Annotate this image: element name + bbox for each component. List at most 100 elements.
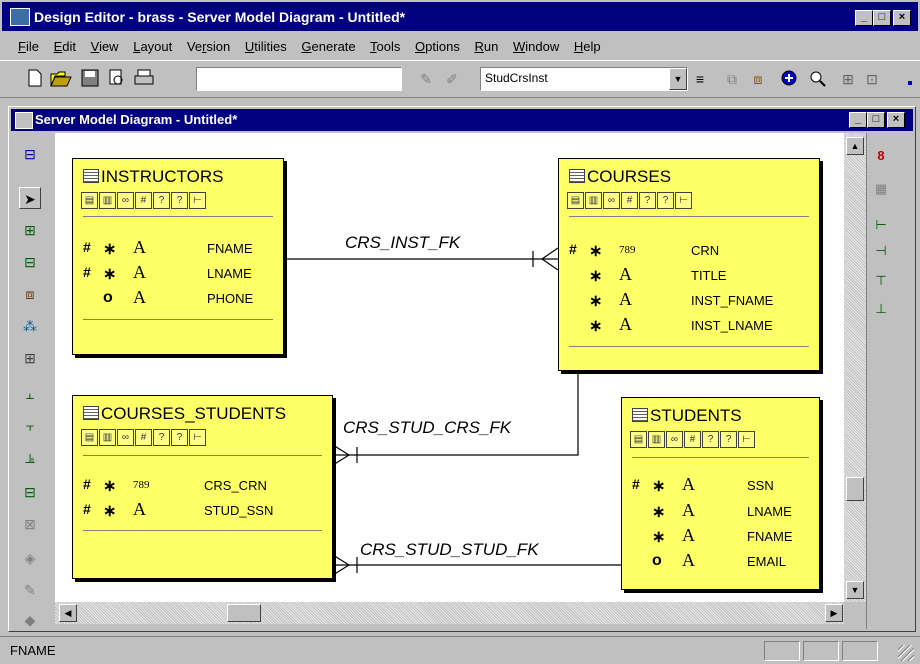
create-index-icon[interactable]: ⊟ bbox=[19, 481, 41, 503]
menu-generate[interactable]: Generate bbox=[301, 39, 355, 54]
new-file-icon[interactable] bbox=[25, 69, 45, 89]
menu-window[interactable]: Window bbox=[513, 39, 559, 54]
keys-icon[interactable]: ▥ bbox=[585, 192, 602, 209]
maximize-button[interactable]: □ bbox=[873, 10, 891, 26]
horizontal-scrollbar[interactable]: ◀ ▶ bbox=[55, 602, 844, 624]
check-q-icon[interactable]: ? bbox=[171, 429, 188, 446]
column-row[interactable]: # ∗ A STUD_SSN bbox=[73, 499, 332, 525]
column-row[interactable]: # ∗ A SSN bbox=[622, 474, 819, 500]
check-q-icon[interactable]: ? bbox=[720, 431, 737, 448]
scroll-up-button[interactable]: ▲ bbox=[846, 137, 864, 155]
glasses-icon[interactable]: ∞ bbox=[603, 192, 620, 209]
menu-utilities[interactable]: Utilities bbox=[245, 39, 287, 54]
entity-instructors[interactable]: INSTRUCTORS ▤ ▥ ∞ #?? ⊢ # ∗ A FNAME # ∗ A LN… bbox=[72, 158, 284, 355]
eraser-icon[interactable]: ✐ bbox=[442, 69, 462, 89]
create-table-icon[interactable]: ⊞ bbox=[19, 219, 41, 241]
open-folder-icon[interactable] bbox=[50, 69, 72, 89]
glasses-icon[interactable]: ∞ bbox=[666, 431, 683, 448]
check-q-icon[interactable]: ? bbox=[171, 192, 188, 209]
fk-arrow-icon[interactable]: ⊢ bbox=[675, 192, 692, 209]
magnify-icon[interactable]: ⊡ bbox=[862, 69, 882, 89]
create-sequence-icon[interactable]: ⊞ bbox=[19, 347, 41, 369]
dropdown-arrow-icon[interactable]: ▼ bbox=[669, 68, 687, 90]
key-q-icon[interactable]: ? bbox=[153, 429, 170, 446]
zoom-in-icon[interactable] bbox=[780, 69, 800, 89]
align-right-icon[interactable]: ⊣ bbox=[870, 240, 892, 262]
menu-edit[interactable]: Edit bbox=[54, 39, 76, 54]
hash-icon[interactable]: # bbox=[135, 192, 152, 209]
hash-icon[interactable]: # bbox=[684, 431, 701, 448]
menu-view[interactable]: View bbox=[91, 39, 119, 54]
object-select[interactable]: StudCrsInst ▼ bbox=[480, 67, 688, 91]
entity-courses[interactable]: COURSES ▤ ▥ ∞ #?? ⊢ # ∗ 789 CRN ∗ A TITLE ∗ … bbox=[558, 158, 820, 371]
menu-version[interactable]: Version bbox=[187, 39, 230, 54]
align-top-icon[interactable]: ⊤ bbox=[870, 270, 892, 292]
diagram-close-button[interactable]: × bbox=[887, 112, 905, 128]
horizontal-scroll-thumb[interactable] bbox=[227, 604, 261, 622]
crs-inst-fk-label[interactable]: CRS_INST_FK bbox=[345, 233, 460, 253]
diagram-canvas[interactable]: CRS_INST_FK CRS_STUD_CRS_FK CRS_STUD_STU… bbox=[55, 133, 844, 602]
menu-layout[interactable]: Layout bbox=[133, 39, 172, 54]
create-fk-key-icon[interactable]: ⫡ bbox=[19, 447, 41, 469]
db-link-icon[interactable]: ⧈ bbox=[748, 69, 768, 89]
print-preview-icon[interactable] bbox=[106, 69, 126, 89]
scroll-left-button[interactable]: ◀ bbox=[59, 604, 77, 622]
crs-stud-crs-fk-label[interactable]: CRS_STUD_CRS_FK bbox=[343, 418, 511, 438]
menu-options[interactable]: Options bbox=[415, 39, 460, 54]
align-bottom-icon[interactable]: ⊥ bbox=[870, 298, 892, 320]
columns-icon[interactable]: ▤ bbox=[567, 192, 584, 209]
create-view-icon[interactable]: ⊟ bbox=[19, 251, 41, 273]
menu-help[interactable]: Help bbox=[574, 39, 601, 54]
column-row[interactable]: ∗ A FNAME bbox=[622, 525, 819, 551]
list-view-icon[interactable]: ≡ bbox=[690, 69, 710, 89]
vertical-scrollbar[interactable]: ▲ ▼ bbox=[844, 133, 866, 602]
menu-tools[interactable]: Tools bbox=[370, 39, 400, 54]
keys-icon[interactable]: ▥ bbox=[99, 192, 116, 209]
pointer-tool[interactable]: ➤ bbox=[19, 187, 41, 209]
hash-icon[interactable]: # bbox=[135, 429, 152, 446]
menu-run[interactable]: Run bbox=[474, 39, 498, 54]
select-all-icon[interactable]: ⊟ bbox=[19, 143, 41, 165]
key-q-icon[interactable]: ? bbox=[639, 192, 656, 209]
fk-arrow-icon[interactable]: ⊢ bbox=[738, 431, 755, 448]
column-row[interactable]: ∗ A LNAME bbox=[622, 500, 819, 526]
diagram-minimize-button[interactable]: _ bbox=[849, 112, 867, 128]
menu-file[interactable]: File bbox=[18, 39, 39, 54]
create-trigger-icon[interactable]: ⊠ bbox=[19, 513, 41, 535]
column-row[interactable]: # ∗ A FNAME bbox=[73, 237, 283, 263]
help-8-icon[interactable]: 8 bbox=[870, 145, 892, 167]
columns-icon[interactable]: ▤ bbox=[630, 431, 647, 448]
vertical-scroll-thumb[interactable] bbox=[846, 477, 864, 501]
check-q-icon[interactable]: ? bbox=[657, 192, 674, 209]
create-fk-icon[interactable]: ⫠ bbox=[19, 383, 41, 405]
fk-arrow-icon[interactable]: ⊢ bbox=[189, 192, 206, 209]
fk-arrow-icon[interactable]: ⊢ bbox=[189, 429, 206, 446]
crs-stud-stud-fk-label[interactable]: CRS_STUD_STUD_FK bbox=[360, 540, 539, 560]
column-row[interactable]: # ∗ 789 CRS_CRN bbox=[73, 476, 332, 500]
pencil-icon[interactable]: ✎ bbox=[416, 69, 436, 89]
glasses-icon[interactable]: ∞ bbox=[117, 192, 134, 209]
scroll-right-button[interactable]: ▶ bbox=[825, 604, 843, 622]
align-left-icon[interactable]: ⊢ bbox=[870, 214, 892, 236]
fit-icon[interactable]: ⊞ bbox=[838, 69, 858, 89]
scroll-down-button[interactable]: ▼ bbox=[846, 581, 864, 599]
create-snapshot-icon[interactable]: ⧈ bbox=[19, 283, 41, 305]
save-icon[interactable] bbox=[80, 69, 100, 89]
column-row[interactable]: ∗ A INST_LNAME bbox=[559, 314, 819, 340]
keys-icon[interactable]: ▥ bbox=[648, 431, 665, 448]
create-fk-mandatory-icon[interactable]: ⫟ bbox=[19, 415, 41, 437]
diagram-maximize-button[interactable]: □ bbox=[867, 112, 885, 128]
entity-courses-students[interactable]: COURSES_STUDENTS ▤ ▥ ∞ #?? ⊢ # ∗ 789 CRS_CRN… bbox=[72, 395, 333, 579]
columns-icon[interactable]: ▤ bbox=[81, 192, 98, 209]
column-row[interactable]: o A EMAIL bbox=[622, 550, 819, 576]
db-icon[interactable]: ⧉ bbox=[722, 69, 742, 89]
key-q-icon[interactable]: ? bbox=[702, 431, 719, 448]
column-row[interactable]: # ∗ A LNAME bbox=[73, 262, 283, 288]
layout-grid-icon[interactable]: ▦ bbox=[870, 178, 892, 200]
column-row[interactable]: o A PHONE bbox=[73, 287, 283, 313]
column-row[interactable]: # ∗ 789 CRN bbox=[559, 241, 819, 265]
toolbar-text-field[interactable] bbox=[196, 67, 402, 91]
column-row[interactable]: ∗ A INST_FNAME bbox=[559, 289, 819, 315]
entity-students[interactable]: STUDENTS ▤ ▥ ∞ #?? ⊢ # ∗ A SSN ∗ A LNAME ∗ A… bbox=[621, 397, 820, 590]
key-q-icon[interactable]: ? bbox=[153, 192, 170, 209]
